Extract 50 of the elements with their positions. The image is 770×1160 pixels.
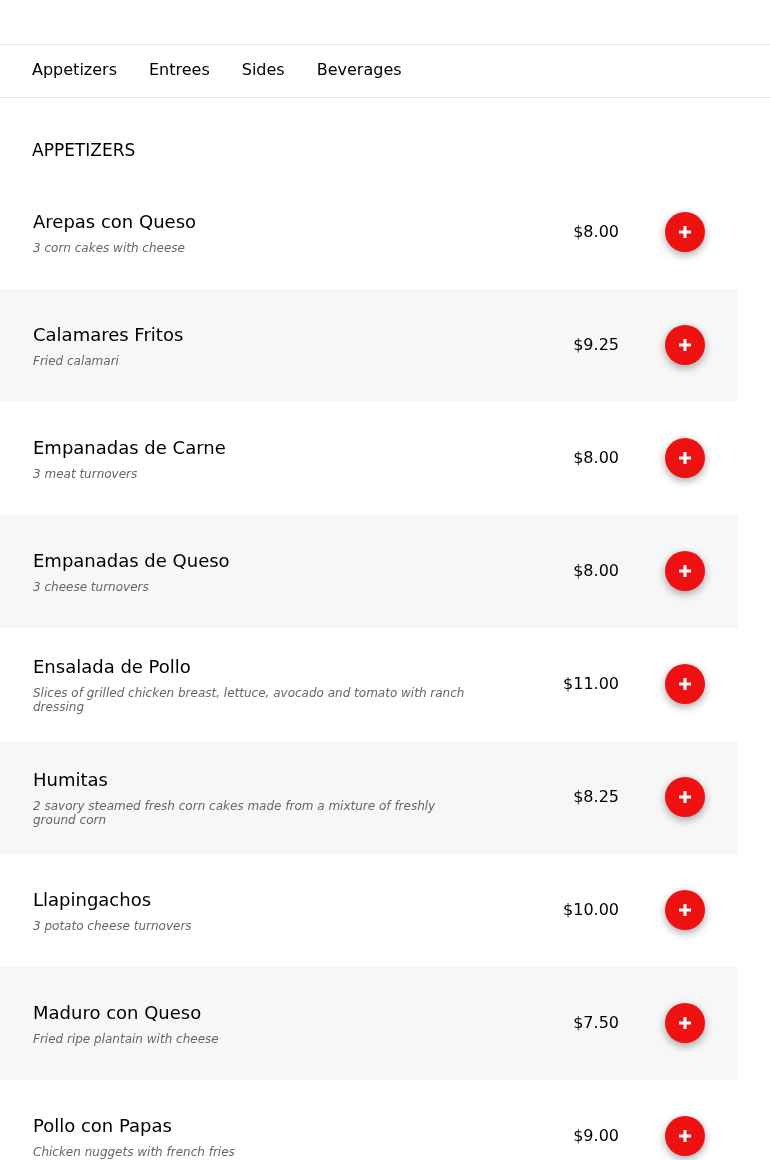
plus-icon <box>677 1015 693 1031</box>
plus-icon <box>677 337 693 353</box>
add-button[interactable] <box>665 1116 705 1156</box>
item-price: $8.00 <box>573 447 619 469</box>
section-title: APPETIZERS <box>32 139 137 162</box>
item-name: Arepas con Queso <box>33 210 198 234</box>
item-name: Ensalada de Pollo <box>33 655 192 679</box>
plus-icon <box>677 1128 693 1144</box>
add-button[interactable] <box>665 890 705 930</box>
item-description: 3 potato cheese turnovers <box>33 919 193 933</box>
category-tab[interactable]: Entrees <box>149 54 210 88</box>
item-name: Maduro con Queso <box>33 1001 203 1025</box>
item-price: $9.25 <box>573 334 619 356</box>
item-description: 3 meat turnovers <box>33 467 139 481</box>
item-price: $7.50 <box>573 1012 619 1034</box>
plus-icon <box>677 450 693 466</box>
item-price: $10.00 <box>563 899 619 921</box>
plus-icon <box>677 902 693 918</box>
item-price: $8.00 <box>573 221 619 243</box>
item-description: Fried ripe plantain with cheese <box>33 1032 220 1046</box>
item-price: $11.00 <box>563 673 619 695</box>
category-tab[interactable]: Appetizers <box>32 54 117 88</box>
add-button[interactable] <box>665 1003 705 1043</box>
add-button[interactable] <box>665 664 705 704</box>
item-description: Chicken nuggets with french fries <box>33 1145 236 1159</box>
item-price: $8.25 <box>573 786 619 808</box>
item-name: Humitas <box>33 768 109 792</box>
add-button[interactable] <box>665 212 705 252</box>
item-name: Empanadas de Carne <box>33 436 227 460</box>
item-description: 2 savory steamed fresh corn cakes made from a mixture of freshly ground corn <box>33 799 437 827</box>
item-description: 3 corn cakes with cheese <box>33 241 186 255</box>
item-description: Fried calamari <box>33 354 120 368</box>
item-name: Calamares Fritos <box>33 323 185 347</box>
plus-icon <box>677 676 693 692</box>
item-name: Llapingachos <box>33 888 153 912</box>
category-tab[interactable]: Sides <box>241 54 285 88</box>
add-button[interactable] <box>665 777 705 817</box>
category-tab[interactable]: Beverages <box>316 54 402 88</box>
item-name: Empanadas de Queso <box>33 549 231 573</box>
plus-icon <box>677 563 693 579</box>
item-price: $9.00 <box>573 1125 619 1147</box>
item-price: $8.00 <box>573 560 619 582</box>
plus-icon <box>677 789 693 805</box>
item-name: Pollo con Papas <box>33 1114 173 1138</box>
plus-icon <box>677 224 693 240</box>
add-button[interactable] <box>665 438 705 478</box>
item-description: 3 cheese turnovers <box>33 580 150 594</box>
add-button[interactable] <box>665 551 705 591</box>
item-description: Slices of grilled chicken breast, lettuce, avocado and tomato with ranch dressing <box>33 686 466 714</box>
add-button[interactable] <box>665 325 705 365</box>
